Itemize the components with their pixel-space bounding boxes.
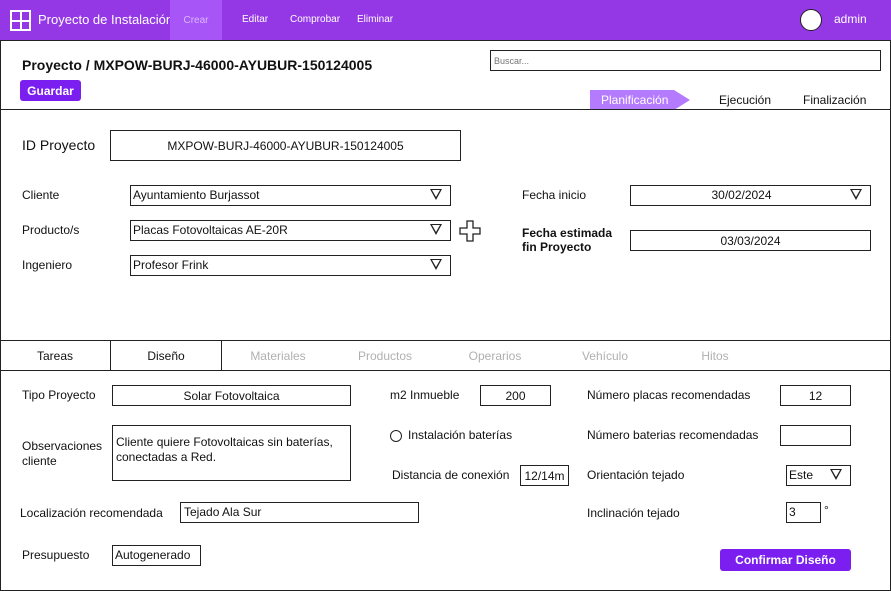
chevron-down-icon [830, 469, 842, 480]
confirm-design-button[interactable]: Confirmar Diseño [720, 549, 851, 571]
tipo-proyecto-label: Tipo Proyecto [22, 388, 96, 402]
inclinacion-field[interactable]: 3 [786, 502, 821, 523]
observaciones-line-1: Cliente quiere Fotovoltaicas sin batería… [116, 435, 333, 449]
fecha-fin-field[interactable]: 03/03/2024 [630, 230, 871, 251]
tab-tareas[interactable]: Tareas [0, 342, 110, 370]
tab-diseno[interactable]: Diseño [111, 342, 221, 370]
chevron-down-icon [430, 259, 442, 270]
tab-productos[interactable]: Productos [335, 342, 435, 370]
ingeniero-value: Profesor Frink [133, 258, 209, 272]
tab-vehiculo-label: Vehículo [581, 349, 629, 363]
inclinacion-value: 3 [789, 505, 796, 519]
distancia-label: Distancia de conexión [392, 468, 510, 482]
save-button-label: Guardar [27, 83, 74, 98]
header-divider [0, 109, 891, 110]
orientacion-value: Este [789, 468, 814, 482]
num-placas-label: Número placas recomendadas [587, 388, 751, 402]
baterias-label: Instalación baterías [408, 428, 513, 442]
producto-label: Producto/s [22, 223, 80, 237]
confirm-design-label: Confirmar Diseño [735, 553, 836, 567]
tab-diseno-label: Diseño [147, 349, 185, 363]
num-baterias-label: Número baterias recomendadas [587, 428, 759, 442]
nav-crear-label: Crear [183, 14, 209, 26]
producto-select[interactable]: Placas Fotovoltaicas AE-20R [130, 220, 451, 241]
num-placas-value: 12 [808, 388, 823, 403]
degree-unit: ° [824, 503, 829, 517]
stage-ejecucion[interactable]: Ejecución [719, 93, 771, 107]
app-grid-icon[interactable] [10, 10, 31, 31]
producto-value: Placas Fotovoltaicas AE-20R [133, 223, 288, 237]
app-title: Proyecto de Instalación [38, 12, 174, 27]
orientacion-label: Orientación tejado [587, 468, 685, 482]
tabs-bottom-divider [0, 370, 891, 371]
tab-vehiculo[interactable]: Vehículo [555, 342, 655, 370]
cliente-select[interactable]: Ayuntamiento Burjassot [130, 185, 451, 206]
chevron-down-icon [850, 189, 862, 200]
chevron-down-icon [430, 224, 442, 235]
cliente-value: Ayuntamiento Burjassot [133, 188, 260, 202]
fecha-inicio-select[interactable]: 30/02/2024 [630, 185, 871, 206]
observaciones-textarea[interactable]: Cliente quiere Fotovoltaicas sin batería… [112, 425, 351, 481]
fecha-fin-value: 03/03/2024 [720, 233, 781, 248]
id-proyecto-field[interactable]: MXPOW-BURJ-46000-AYUBUR-150124005 [110, 130, 461, 161]
page-title: Proyecto / MXPOW-BURJ-46000-AYUBUR-15012… [22, 57, 373, 73]
tab-materiales[interactable]: Materiales [228, 342, 328, 370]
num-placas-field[interactable]: 12 [780, 385, 851, 406]
tipo-proyecto-field[interactable]: Solar Fotovoltaica [112, 385, 351, 406]
tabs-top-divider [0, 340, 891, 341]
ingeniero-select[interactable]: Profesor Frink [130, 255, 451, 276]
nav-editar-button[interactable]: Editar [242, 14, 268, 25]
window-frame [0, 0, 891, 591]
observaciones-label-2: cliente [22, 454, 57, 468]
tab-materiales-label: Materiales [250, 349, 306, 363]
distancia-field[interactable]: 12/14m [520, 465, 569, 486]
observaciones-line-2: conectadas a Red. [116, 450, 217, 464]
presupuesto-label: Presupuesto [22, 548, 90, 562]
cliente-label: Cliente [22, 188, 60, 202]
id-proyecto-value: MXPOW-BURJ-46000-AYUBUR-150124005 [167, 138, 404, 153]
user-name[interactable]: admin [834, 12, 867, 26]
localizacion-field[interactable]: Tejado Ala Sur [180, 502, 419, 523]
tab-operarios-label: Operarios [468, 349, 522, 363]
fecha-inicio-label: Fecha inicio [522, 188, 587, 202]
m2-value: 200 [505, 388, 526, 403]
user-avatar[interactable] [800, 9, 822, 31]
tab-tareas-label: Tareas [36, 349, 74, 363]
baterias-radio[interactable] [390, 430, 402, 442]
fecha-fin-label-2: fin Proyecto [522, 240, 592, 254]
stage-finalizacion[interactable]: Finalización [803, 93, 866, 107]
tab-separator [221, 341, 222, 370]
tipo-proyecto-value: Solar Fotovoltaica [183, 388, 280, 403]
observaciones-label-1: Observaciones [22, 439, 103, 453]
save-button[interactable]: Guardar [20, 80, 81, 101]
nav-comprobar-button[interactable]: Comprobar [290, 14, 340, 25]
localizacion-label: Localización recomendada [20, 506, 163, 520]
nav-eliminar-button[interactable]: Eliminar [357, 14, 393, 25]
fecha-inicio-value: 30/02/2024 [711, 188, 772, 202]
presupuesto-field[interactable]: Autogenerado [112, 545, 201, 566]
add-product-icon[interactable] [459, 220, 481, 242]
stage-planificacion-label: Planificación [601, 93, 669, 107]
distancia-value: 12/14m [524, 468, 565, 483]
inclinacion-label: Inclinación tejado [587, 506, 680, 520]
tab-hitos-label: Hitos [701, 349, 729, 363]
chevron-down-icon [430, 189, 442, 200]
nav-crear-button[interactable]: Crear [170, 0, 222, 40]
orientacion-select[interactable]: Este [786, 465, 851, 486]
tab-productos-label: Productos [357, 349, 413, 363]
top-nav-bar: Proyecto de Instalación Crear Editar Com… [0, 0, 891, 41]
id-proyecto-label: ID Proyecto [22, 137, 96, 153]
stage-planificacion[interactable]: Planificación [590, 90, 690, 110]
tab-hitos[interactable]: Hitos [665, 342, 765, 370]
m2-label: m2 Inmueble [390, 388, 460, 402]
num-baterias-field[interactable] [780, 425, 851, 446]
presupuesto-value: Autogenerado [115, 548, 191, 562]
fecha-fin-label-1: Fecha estimada [522, 226, 613, 240]
tab-operarios[interactable]: Operarios [445, 342, 545, 370]
ingeniero-label: Ingeniero [22, 258, 73, 272]
localizacion-value: Tejado Ala Sur [184, 505, 262, 519]
m2-field[interactable]: 200 [480, 385, 551, 406]
search-input[interactable] [490, 50, 881, 71]
